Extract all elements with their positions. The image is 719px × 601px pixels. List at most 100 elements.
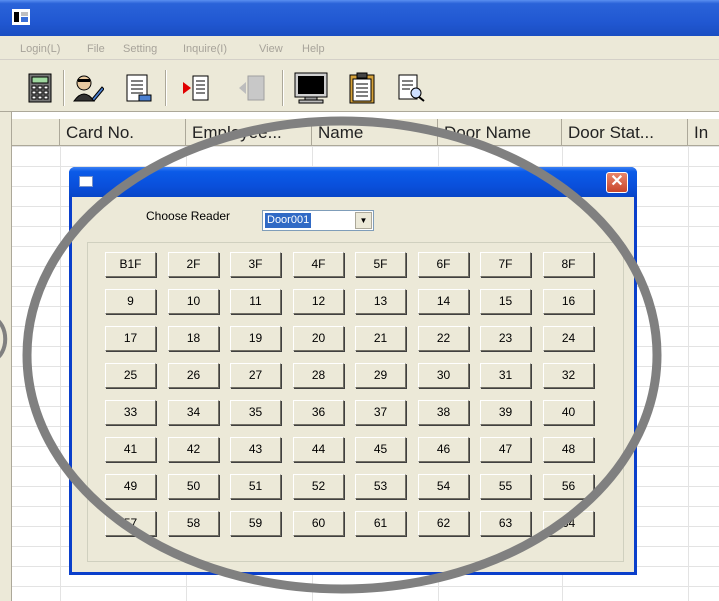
user-edit-icon[interactable] [70, 70, 106, 106]
door-in-icon[interactable] [178, 70, 214, 106]
column-header-employee[interactable]: Employee... [186, 119, 312, 147]
floor-button-37[interactable]: 37 [355, 400, 406, 425]
floor-button-31[interactable]: 31 [480, 363, 531, 388]
floor-button-52[interactable]: 52 [293, 474, 344, 499]
floor-button-10[interactable]: 10 [168, 289, 219, 314]
toolbar-separator [282, 70, 284, 106]
column-header-selector[interactable] [12, 119, 60, 147]
clipboard-icon[interactable] [344, 70, 380, 106]
floor-button-36[interactable]: 36 [293, 400, 344, 425]
floor-button-8f[interactable]: 8F [543, 252, 594, 277]
column-header-name[interactable]: Name [312, 119, 438, 147]
floor-button-5f[interactable]: 5F [355, 252, 406, 277]
menu-setting[interactable]: Setting [123, 43, 157, 55]
app-icon [12, 9, 30, 25]
floor-button-19[interactable]: 19 [230, 326, 281, 351]
toolbar-separator [165, 70, 167, 106]
floor-button-45[interactable]: 45 [355, 437, 406, 462]
door-out-icon[interactable] [234, 70, 270, 106]
floor-button-62[interactable]: 62 [418, 511, 469, 536]
floor-button-15[interactable]: 15 [480, 289, 531, 314]
floor-button-34[interactable]: 34 [168, 400, 219, 425]
floor-button-6f[interactable]: 6F [418, 252, 469, 277]
floor-button-38[interactable]: 38 [418, 400, 469, 425]
floor-button-4f[interactable]: 4F [293, 252, 344, 277]
menu-inquire[interactable]: Inquire(I) [183, 43, 227, 55]
floor-button-12[interactable]: 12 [293, 289, 344, 314]
floor-button-29[interactable]: 29 [355, 363, 406, 388]
column-header-in[interactable]: In [688, 119, 719, 147]
dialog-body: Choose Reader Door001 ▼ B1F 2F 3F 4F 5F 6F 7F 8… [72, 197, 634, 572]
menu-help[interactable]: Help [302, 43, 325, 55]
monitor-icon[interactable] [293, 70, 329, 106]
floor-button-42[interactable]: 42 [168, 437, 219, 462]
floor-button-26[interactable]: 26 [168, 363, 219, 388]
menu-bar: Login(L) File Setting Inquire(I) View He… [0, 36, 719, 60]
floor-button-58[interactable]: 58 [168, 511, 219, 536]
floor-button-13[interactable]: 13 [355, 289, 406, 314]
floor-button-47[interactable]: 47 [480, 437, 531, 462]
floor-button-55[interactable]: 55 [480, 474, 531, 499]
calculator-icon[interactable] [22, 70, 58, 106]
floor-button-17[interactable]: 17 [105, 326, 156, 351]
floor-button-54[interactable]: 54 [418, 474, 469, 499]
floor-button-39[interactable]: 39 [480, 400, 531, 425]
floor-button-35[interactable]: 35 [230, 400, 281, 425]
floor-button-41[interactable]: 41 [105, 437, 156, 462]
floor-button-25[interactable]: 25 [105, 363, 156, 388]
floor-button-50[interactable]: 50 [168, 474, 219, 499]
floor-button-30[interactable]: 30 [418, 363, 469, 388]
floor-button-60[interactable]: 60 [293, 511, 344, 536]
menu-view[interactable]: View [259, 43, 283, 55]
floor-button-64[interactable]: 64 [543, 511, 594, 536]
floor-button-16[interactable]: 16 [543, 289, 594, 314]
menu-file[interactable]: File [87, 43, 105, 55]
floor-button-14[interactable]: 14 [418, 289, 469, 314]
floor-button-3f[interactable]: 3F [230, 252, 281, 277]
app-title-bar[interactable] [0, 0, 719, 36]
report-search-icon[interactable] [393, 70, 429, 106]
document-icon[interactable] [120, 70, 156, 106]
floor-button-7f[interactable]: 7F [480, 252, 531, 277]
column-header-door-status[interactable]: Door Stat... [562, 119, 688, 147]
floor-button-63[interactable]: 63 [480, 511, 531, 536]
floor-button-21[interactable]: 21 [355, 326, 406, 351]
floor-button-27[interactable]: 27 [230, 363, 281, 388]
floor-button-28[interactable]: 28 [293, 363, 344, 388]
floor-button-18[interactable]: 18 [168, 326, 219, 351]
chevron-down-icon[interactable]: ▼ [355, 212, 372, 229]
floor-button-22[interactable]: 22 [418, 326, 469, 351]
floor-button-2f[interactable]: 2F [168, 252, 219, 277]
reader-select[interactable]: Door001 ▼ [262, 210, 374, 231]
floor-select-dialog: ✕ Choose Reader Door001 ▼ B1F 2F 3F 4F 5F 6F 7… [69, 167, 637, 575]
grid-column-line [60, 146, 61, 601]
floor-button-56[interactable]: 56 [543, 474, 594, 499]
floor-button-61[interactable]: 61 [355, 511, 406, 536]
floor-button-32[interactable]: 32 [543, 363, 594, 388]
floor-button-46[interactable]: 46 [418, 437, 469, 462]
floor-button-57[interactable]: 57 [105, 511, 156, 536]
grid-row-line [12, 146, 719, 147]
floor-button-51[interactable]: 51 [230, 474, 281, 499]
column-header-card-no[interactable]: Card No. [60, 119, 186, 147]
menu-login[interactable]: Login(L) [20, 43, 60, 55]
floor-button-11[interactable]: 11 [230, 289, 281, 314]
floor-button-40[interactable]: 40 [543, 400, 594, 425]
grid-row-line [12, 586, 719, 587]
column-header-door-name[interactable]: Door Name [438, 119, 562, 147]
floor-button-33[interactable]: 33 [105, 400, 156, 425]
close-button[interactable]: ✕ [606, 172, 628, 193]
floor-button-23[interactable]: 23 [480, 326, 531, 351]
floor-button-48[interactable]: 48 [543, 437, 594, 462]
floor-button-20[interactable]: 20 [293, 326, 344, 351]
floor-button-44[interactable]: 44 [293, 437, 344, 462]
floor-button-b1f[interactable]: B1F [105, 252, 156, 277]
floor-button-24[interactable]: 24 [543, 326, 594, 351]
floor-button-59[interactable]: 59 [230, 511, 281, 536]
dialog-title-bar[interactable]: ✕ [69, 167, 637, 197]
floor-button-9[interactable]: 9 [105, 289, 156, 314]
floor-button-49[interactable]: 49 [105, 474, 156, 499]
floor-button-53[interactable]: 53 [355, 474, 406, 499]
floor-button-43[interactable]: 43 [230, 437, 281, 462]
toolbar-separator [63, 70, 65, 106]
